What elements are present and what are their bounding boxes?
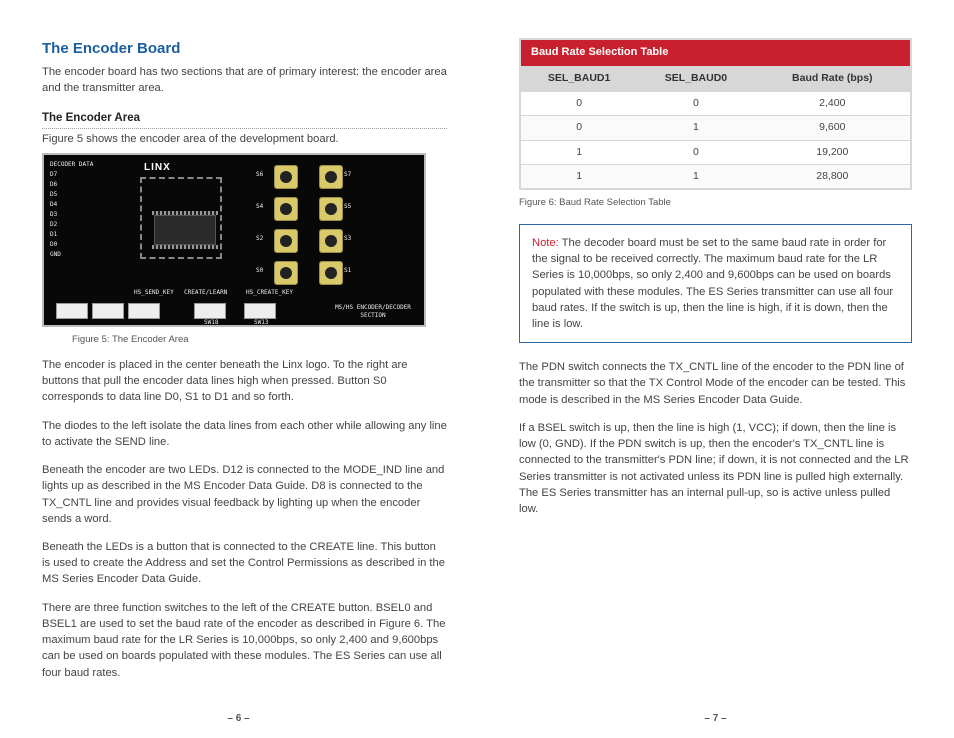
silk-label: S4: [256, 203, 263, 212]
silk-label: S2: [256, 235, 263, 244]
silk-label: D6: [50, 181, 57, 190]
silk-label: SW18: [204, 319, 218, 327]
silk-label: HS_SEND_KEY: [134, 289, 174, 298]
col-header: SEL_BAUD1: [520, 66, 637, 92]
silk-label: D4: [50, 201, 57, 210]
silk-label: DECODER DATA: [50, 161, 93, 170]
button-s7-icon: [319, 165, 343, 189]
button-s4-icon: [274, 197, 298, 221]
button-s0-icon: [274, 261, 298, 285]
intro-text: The encoder board has two sections that …: [42, 64, 447, 96]
table-row: 1 1 28,800: [520, 164, 911, 189]
table-row: 0 1 9,600: [520, 116, 911, 140]
body-text: Beneath the LEDs is a button that is con…: [42, 539, 447, 588]
switch-icon: [92, 303, 124, 319]
table-row: 0 0 2,400: [520, 92, 911, 116]
silk-label: D3: [50, 211, 57, 220]
button-s3-icon: [319, 229, 343, 253]
switch-icon: [128, 303, 160, 319]
note-body: The decoder board must be set to the sam…: [532, 237, 893, 330]
figure-5-caption: Figure 5: The Encoder Area: [72, 333, 447, 347]
cell: 1: [520, 164, 637, 189]
note-label: Note:: [532, 237, 559, 249]
cell: 9,600: [755, 116, 911, 140]
switch-icon: [56, 303, 88, 319]
cell: 0: [637, 140, 754, 164]
body-text: The diodes to the left isolate the data …: [42, 418, 447, 450]
figure-5-encoder-area: LINX DECODER DATA D7 D6 D5 D4 D3 D2 D1 D…: [42, 153, 426, 327]
col-header: SEL_BAUD0: [637, 66, 754, 92]
figure-6-caption: Figure 6: Baud Rate Selection Table: [519, 196, 912, 210]
silk-label: S0: [256, 267, 263, 276]
silk-label: S5: [344, 203, 351, 212]
cell: 1: [637, 164, 754, 189]
cell: 0: [520, 116, 637, 140]
body-text: If a BSEL switch is up, then the line is…: [519, 420, 912, 517]
linx-logo: LINX: [144, 161, 171, 176]
fig5-intro: Figure 5 shows the encoder area of the d…: [42, 131, 447, 147]
silk-label: CREATE/LEARN: [184, 289, 227, 298]
encoder-chip-icon: [154, 215, 216, 245]
silk-label: D1: [50, 231, 57, 240]
baud-rate-table: Baud Rate Selection Table SEL_BAUD1 SEL_…: [519, 38, 912, 190]
silk-label: S6: [256, 171, 263, 180]
cell: 1: [520, 140, 637, 164]
body-text: Beneath the encoder are two LEDs. D12 is…: [42, 462, 447, 527]
silk-label: D2: [50, 221, 57, 230]
silk-label: GND: [50, 251, 61, 260]
silk-label: S1: [344, 267, 351, 276]
silk-label: S7: [344, 171, 351, 180]
silk-label: D0: [50, 241, 57, 250]
page-6: The Encoder Board The encoder board has …: [0, 0, 477, 738]
button-s6-icon: [274, 165, 298, 189]
encoder-area-heading: The Encoder Area: [42, 110, 447, 129]
cell: 1: [637, 116, 754, 140]
button-s1-icon: [319, 261, 343, 285]
cell: 2,400: [755, 92, 911, 116]
col-header: Baud Rate (bps): [755, 66, 911, 92]
silk-label: D7: [50, 171, 57, 180]
button-s2-icon: [274, 229, 298, 253]
page-number: – 7 –: [477, 712, 954, 727]
section-label: MS/HS ENCODER/DECODER SECTION: [328, 304, 418, 321]
section-title: The Encoder Board: [42, 38, 447, 60]
silk-label: SW13: [254, 319, 268, 327]
page-7: Baud Rate Selection Table SEL_BAUD1 SEL_…: [477, 0, 954, 738]
page-number: – 6 –: [0, 712, 477, 727]
silk-label: D5: [50, 191, 57, 200]
page-spread: The Encoder Board The encoder board has …: [0, 0, 954, 738]
switch-icon: [244, 303, 276, 319]
silk-label: S3: [344, 235, 351, 244]
silk-label: HS_CREATE_KEY: [246, 289, 293, 298]
body-text: The PDN switch connects the TX_CNTL line…: [519, 359, 912, 408]
button-s5-icon: [319, 197, 343, 221]
cell: 0: [520, 92, 637, 116]
cell: 19,200: [755, 140, 911, 164]
table-row: 1 0 19,200: [520, 140, 911, 164]
switch-icon: [194, 303, 226, 319]
body-text: The encoder is placed in the center bene…: [42, 357, 447, 406]
cell: 0: [637, 92, 754, 116]
body-text: There are three function switches to the…: [42, 600, 447, 681]
cell: 28,800: [755, 164, 911, 189]
table-title: Baud Rate Selection Table: [520, 39, 911, 66]
note-box: Note: The decoder board must be set to t…: [519, 224, 912, 343]
